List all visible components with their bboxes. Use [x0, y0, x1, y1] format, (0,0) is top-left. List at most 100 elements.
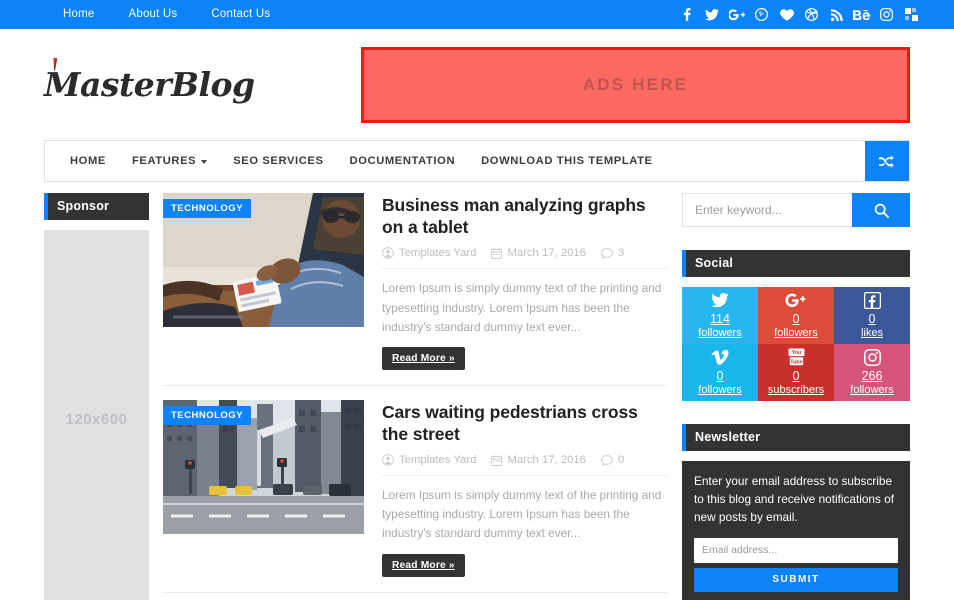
post-excerpt: Lorem Ipsum is simply dummy text of the …: [382, 281, 662, 334]
pinterest-icon[interactable]: [749, 0, 774, 29]
social-cell-google-plus[interactable]: 0 followers: [758, 287, 834, 344]
nav-item-seo-services-label: SEO SERVICES: [233, 155, 324, 167]
post-item: TECHNOLOGY Cars waiting pedestrians cros…: [163, 399, 668, 593]
shuffle-icon[interactable]: [865, 141, 909, 181]
post-list: TECHNOLOGY Business man analyzing graphs…: [163, 193, 668, 600]
google-plus-icon: [785, 291, 807, 310]
post-date: March 17, 2016: [507, 454, 586, 467]
bloglovin-heart-icon[interactable]: [774, 0, 799, 29]
post-meta: Templates Yard March 17, 2016 0: [382, 454, 668, 477]
twitter-icon: [711, 291, 729, 310]
ads-banner[interactable]: ADS HERE: [361, 46, 910, 123]
nav-item-features[interactable]: FEATURES: [119, 141, 220, 181]
newsletter-email-input[interactable]: [694, 537, 898, 563]
top-bar: Home About Us Contact Us: [0, 0, 954, 29]
main-navigation-wrapper: HOME FEATURES SEO SERVICES DOCUMENTATION…: [0, 140, 954, 182]
author-icon: [382, 454, 394, 467]
social-count: 0: [792, 368, 800, 383]
search-icon: [874, 203, 889, 218]
flickr-icon[interactable]: [899, 0, 924, 29]
post-date: March 17, 2016: [507, 247, 586, 260]
newsletter-form: Enter your email address to subscribe to…: [682, 461, 910, 600]
content-area: Sponsor 120x600 TECHNOLOGY Business man …: [0, 182, 954, 600]
nav-item-download-this-template[interactable]: DOWNLOAD THIS TEMPLATE: [468, 141, 665, 181]
facebook-icon: [863, 291, 881, 310]
social-count-label: followers: [698, 384, 742, 397]
svg-text:You: You: [791, 350, 800, 356]
sponsor-ad-size-label: 120x600: [65, 410, 128, 428]
post-comment-count: 3: [617, 247, 625, 260]
social-widget: Social 114 followers 0 followers 0 likes: [682, 250, 910, 401]
post-author: Templates Yard: [399, 247, 477, 260]
social-cell-facebook[interactable]: 0 likes: [834, 287, 910, 344]
topnav-item-contact-us[interactable]: Contact Us: [194, 0, 287, 29]
social-cell-instagram[interactable]: 266 followers: [834, 344, 910, 401]
top-social-icons: [674, 0, 942, 29]
social-count: 0: [792, 311, 800, 326]
search-form: [682, 193, 910, 227]
main-navigation: HOME FEATURES SEO SERVICES DOCUMENTATION…: [44, 140, 910, 182]
newsletter-submit-button[interactable]: SUBMIT: [694, 567, 898, 592]
social-count-label: followers: [698, 327, 742, 340]
twitter-icon[interactable]: [699, 0, 724, 29]
comment-icon: [600, 454, 613, 466]
social-count-label: followers: [774, 327, 818, 340]
post-excerpt: Lorem Ipsum is simply dummy text of the …: [382, 488, 662, 541]
google-plus-icon[interactable]: [724, 0, 749, 29]
social-count-label: likes: [860, 327, 883, 340]
svg-text:Tube: Tube: [790, 360, 802, 366]
behance-icon[interactable]: [849, 0, 874, 29]
topnav-item-home[interactable]: Home: [46, 0, 111, 29]
nav-item-documentation[interactable]: DOCUMENTATION: [337, 141, 469, 181]
sidebar-left: Sponsor 120x600: [44, 193, 149, 600]
comment-icon: [600, 248, 613, 259]
instagram-icon: [863, 348, 881, 367]
author-icon: [382, 247, 394, 260]
topnav-item-about-us[interactable]: About Us: [111, 0, 194, 29]
sponsor-ad-placeholder[interactable]: 120x600: [44, 230, 149, 600]
social-counter-grid: 114 followers 0 followers 0 likes 0 foll: [682, 287, 910, 401]
nav-item-download-label: DOWNLOAD THIS TEMPLATE: [481, 155, 653, 167]
post-meta: Templates Yard March 17, 2016 3: [382, 247, 668, 270]
social-cell-youtube[interactable]: You Tube 0 subscribers: [758, 344, 834, 401]
site-header: MasterBlog ADS HERE: [0, 29, 954, 140]
search-button[interactable]: [852, 193, 910, 227]
calendar-icon: [491, 248, 503, 259]
top-navigation: Home About Us Contact Us: [46, 0, 287, 29]
chevron-down-icon: [201, 160, 208, 164]
sponsor-widget-title: Sponsor: [44, 193, 149, 220]
calendar-icon: [491, 455, 503, 466]
nav-item-documentation-label: DOCUMENTATION: [349, 155, 456, 167]
social-count-label: followers: [850, 384, 894, 397]
read-more-button[interactable]: Read More »: [382, 346, 465, 370]
main-navigation-items: HOME FEATURES SEO SERVICES DOCUMENTATION…: [45, 141, 666, 181]
nav-item-features-label: FEATURES: [131, 155, 197, 167]
social-cell-vimeo[interactable]: 0 followers: [682, 344, 758, 401]
social-count: 266: [861, 368, 883, 383]
post-title[interactable]: Business man analyzing graphs on a table…: [382, 194, 668, 238]
social-cell-twitter[interactable]: 114 followers: [682, 287, 758, 344]
post-thumbnail[interactable]: TECHNOLOGY: [163, 399, 364, 534]
newsletter-widget-title: Newsletter: [682, 424, 910, 451]
nav-item-home[interactable]: HOME: [57, 141, 119, 181]
post-item: TECHNOLOGY Business man analyzing graphs…: [163, 193, 668, 386]
post-comment-count: 0: [617, 454, 625, 467]
newsletter-description: Enter your email address to subscribe to…: [694, 474, 895, 524]
post-author: Templates Yard: [399, 454, 477, 467]
nav-item-home-label: HOME: [70, 155, 106, 167]
dribbble-icon[interactable]: [799, 0, 824, 29]
post-title[interactable]: Cars waiting pedestrians cross the stree…: [382, 401, 668, 445]
facebook-icon[interactable]: [674, 0, 699, 29]
rss-icon[interactable]: [824, 0, 849, 29]
social-count-label: subscribers: [767, 384, 825, 397]
site-logo[interactable]: MasterBlog: [44, 65, 255, 104]
social-count: 114: [710, 311, 730, 326]
search-input[interactable]: [682, 193, 852, 227]
post-thumbnail[interactable]: TECHNOLOGY: [163, 193, 364, 327]
nav-item-seo-services[interactable]: SEO SERVICES: [220, 141, 336, 181]
instagram-icon[interactable]: [874, 0, 899, 29]
logo-text: MasterBlog: [44, 65, 255, 104]
sidebar-right: Social 114 followers 0 followers 0 likes: [682, 193, 910, 600]
social-count: 0: [716, 368, 724, 383]
read-more-button[interactable]: Read More »: [382, 553, 465, 577]
